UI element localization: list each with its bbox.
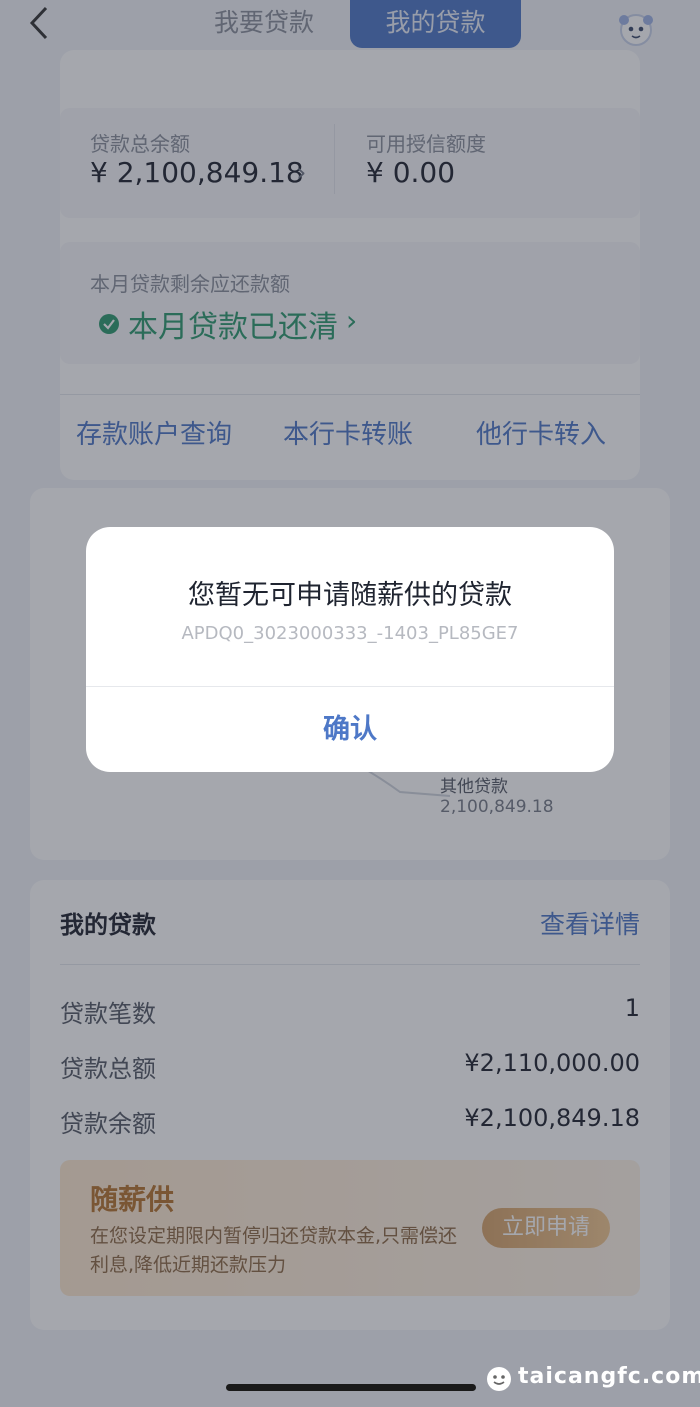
home-indicator[interactable] bbox=[226, 1384, 476, 1391]
watermark-smiley-icon bbox=[487, 1367, 511, 1391]
dialog-title: 您暂无可申请随薪供的贷款 bbox=[188, 580, 512, 611]
dialog-error-code: APDQ0_3023000333_-1403_PL85GE7 bbox=[181, 623, 519, 644]
watermark-text: taicangfc.com bbox=[518, 1364, 700, 1389]
confirm-button[interactable]: 确认 bbox=[86, 687, 614, 772]
